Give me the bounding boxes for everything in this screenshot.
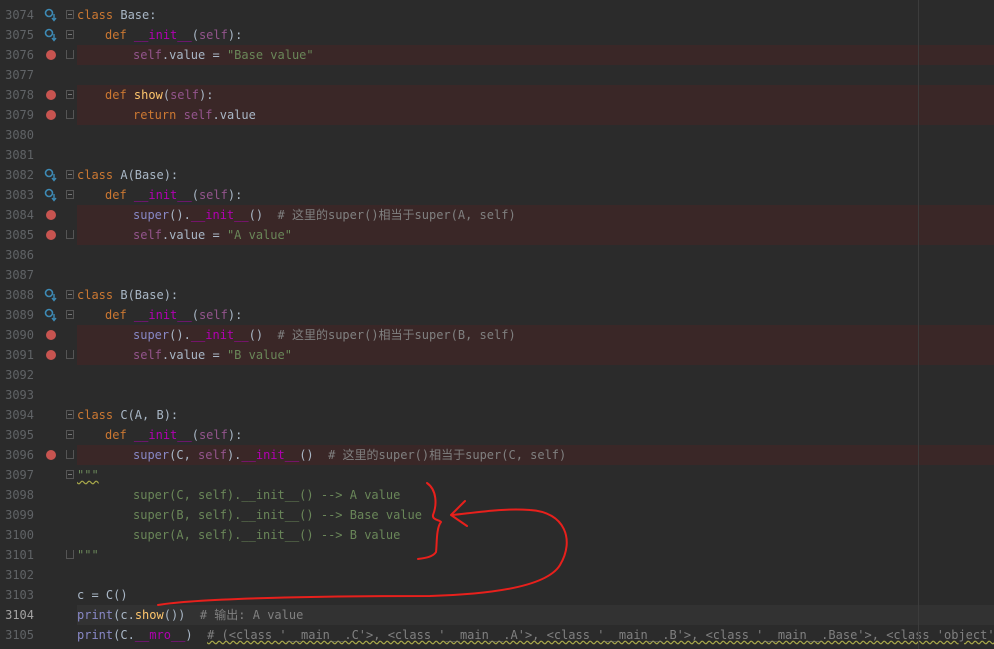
red-annotation-arrow bbox=[157, 482, 568, 606]
